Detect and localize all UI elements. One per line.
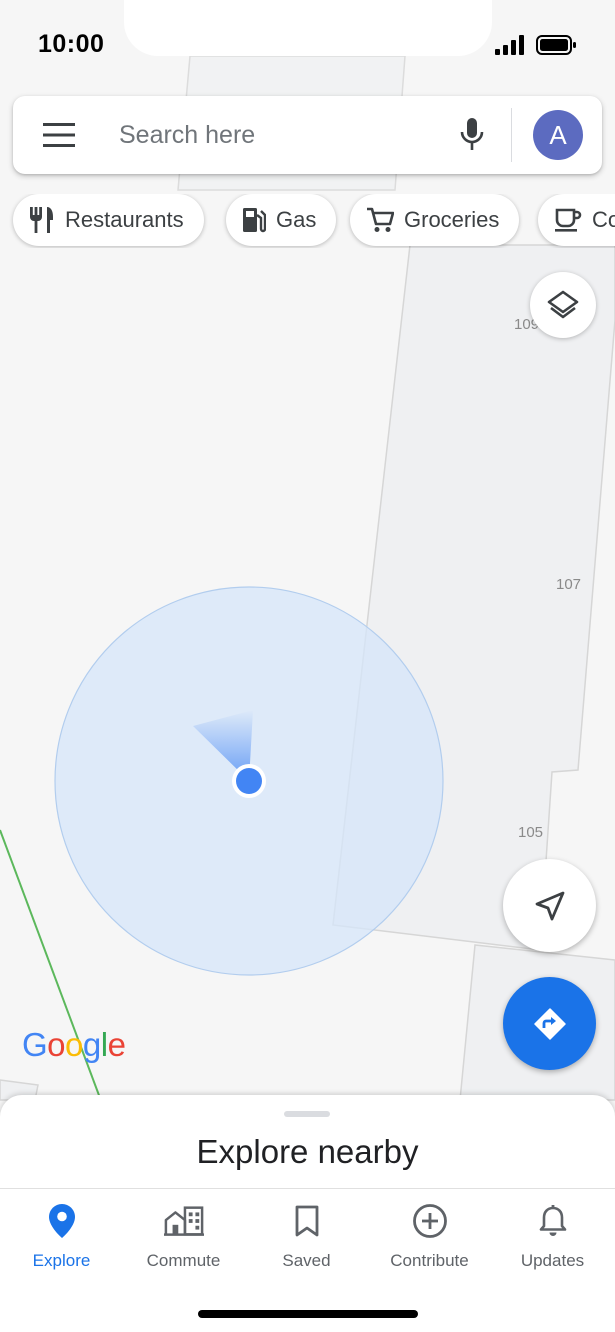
nav-item-saved[interactable]: Saved [245,1201,368,1281]
bookmark-icon [295,1205,318,1237]
bell-icon [539,1205,566,1236]
search-divider [511,108,512,162]
logo-letter: e [107,1026,126,1063]
logo-letter: G [22,1026,48,1063]
chip-label: Co [592,207,615,232]
nav-label: Explore [32,1251,91,1270]
chip-restaurants[interactable]: Restaurants [13,194,204,246]
building-number: 105 [518,824,544,841]
search-bar: A [13,96,602,174]
chip-gas[interactable]: Gas [226,194,337,246]
status-icons [495,35,576,55]
category-chips: Restaurants Gas Groceries Co [0,194,615,248]
chip-label: Gas [276,207,317,232]
layers-icon [547,290,579,319]
sheet-title: Explore nearby [196,1133,419,1170]
shopping-cart-icon [367,207,394,232]
gas-station-icon [243,208,266,233]
nav-item-updates[interactable]: Updates [491,1201,614,1281]
google-logo: Google [22,1026,126,1064]
device-notch [124,0,492,56]
add-circle-icon [412,1204,447,1238]
battery-icon [536,35,576,55]
nav-label: Saved [282,1251,331,1270]
avatar[interactable]: A [533,110,583,160]
nav-item-contribute[interactable]: Contribute [368,1201,491,1281]
status-bar: 10:00 [0,0,615,90]
chip-label: Restaurants [65,207,184,232]
home-indicator[interactable] [198,1310,418,1318]
chip-label: Groceries [404,207,500,232]
chip-coffee[interactable]: Co [538,194,615,246]
my-location-button[interactable] [503,859,596,952]
logo-letter: o [47,1026,66,1063]
sheet-drag-handle[interactable] [284,1111,330,1117]
layers-button[interactable] [530,272,596,338]
nav-label: Commute [146,1251,221,1270]
building-number: 107 [556,576,582,593]
nav-label: Contribute [390,1251,469,1270]
nav-item-explore[interactable]: Explore [0,1201,123,1281]
logo-letter: o [65,1026,83,1063]
coffee-icon [555,208,582,232]
signal-icon [495,35,524,55]
chip-groceries[interactable]: Groceries [350,194,520,246]
directions-icon [533,1007,566,1040]
status-time: 10:00 [38,30,105,58]
menu-icon[interactable] [43,123,75,147]
nav-item-commute[interactable]: Commute [122,1201,245,1281]
logo-letter: g [82,1026,101,1063]
location-arrow-icon [535,891,564,920]
restaurant-icon [30,207,53,233]
search-input[interactable] [119,116,439,154]
nav-label: Updates [520,1251,585,1270]
commute-icon [163,1206,204,1236]
location-pin-icon [48,1204,75,1238]
logo-letter: l [100,1026,108,1063]
directions-button[interactable] [503,977,596,1070]
microphone-icon[interactable] [459,116,485,154]
explore-sheet[interactable]: Explore nearby [0,1095,615,1190]
